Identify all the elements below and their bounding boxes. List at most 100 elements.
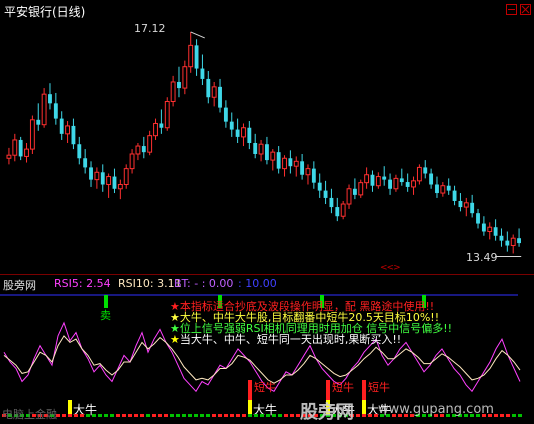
candle-body-up <box>24 148 29 157</box>
candle-body-down <box>77 144 82 159</box>
candle-body-up <box>282 157 287 170</box>
candle-body-up <box>123 168 129 185</box>
signal-strip-cell <box>164 414 168 417</box>
signal-strip-cell <box>176 414 180 417</box>
candle-body-up <box>346 188 352 205</box>
scroll-arrows-icon[interactable]: <<> <box>380 263 401 273</box>
candle-body-up <box>29 119 35 150</box>
close-icon[interactable] <box>520 4 531 15</box>
candle-body-up <box>135 145 141 155</box>
big-bull-bar <box>68 400 72 414</box>
signal-strip-cell <box>506 414 510 417</box>
candle-body-up <box>416 166 422 182</box>
signal-strip-cell <box>182 414 186 417</box>
candle-body-down <box>481 223 486 232</box>
signal-strip-cell <box>200 414 204 417</box>
candle-body-up <box>12 139 18 156</box>
short-bull-label: 短牛 <box>254 380 276 394</box>
bottom-left-label: 电脑上金融 <box>2 408 57 421</box>
candle-body-up <box>170 81 176 103</box>
sell-signal-bar <box>104 295 108 308</box>
candle-body-up <box>164 101 170 129</box>
signal-strip-cell <box>116 414 120 417</box>
candle-body-down <box>388 179 392 189</box>
candle-body-up <box>94 171 100 181</box>
signal-strip-cell <box>212 414 216 417</box>
watermark-url: www.gupang.com <box>378 402 494 417</box>
candle-body-up <box>340 203 346 217</box>
candle-body-up <box>6 154 12 159</box>
signal-strip-cell <box>68 414 72 417</box>
candle-body-down <box>429 173 434 185</box>
signal-strip-cell <box>260 414 264 417</box>
signal-strip-cell <box>194 414 198 417</box>
candle-body-up <box>129 153 135 170</box>
candle-body-down <box>276 152 281 169</box>
candle-body-down <box>317 182 322 191</box>
signal-strip-cell <box>158 414 162 417</box>
watermark-cn: 股旁网 <box>300 402 354 423</box>
signal-strip-cell <box>86 414 90 417</box>
signal-strip-cell <box>494 414 498 417</box>
candle-body-down <box>335 207 340 217</box>
candle-body-down <box>311 168 316 183</box>
signal-strip-cell <box>98 414 102 417</box>
candle-body-up <box>411 180 416 188</box>
candle-body-up <box>270 151 276 161</box>
signal-strip-cell <box>362 414 366 417</box>
signal-strip-cell <box>500 414 504 417</box>
candle-body-down <box>229 121 234 130</box>
minimize-icon[interactable] <box>506 4 517 15</box>
candle-body-down <box>323 190 328 198</box>
candle-body-down <box>399 178 404 183</box>
signal-strip-cell <box>134 414 138 417</box>
candle-body-down <box>300 161 305 175</box>
signal-strip-cell <box>128 414 132 417</box>
signal-strip-cell <box>218 414 222 417</box>
big-bull-bar <box>362 400 366 414</box>
candle-body-up <box>510 237 516 247</box>
candle-body-down <box>253 143 258 154</box>
candle-body-up <box>188 44 194 68</box>
signal-strip-cell <box>512 414 516 417</box>
candle-body-up <box>258 143 264 155</box>
signal-strip-cell <box>122 414 126 417</box>
candle-body-up <box>375 176 381 187</box>
annotation-block: ★本指标适合抄底及波段操作明显，配 黑路途中使用!! ★大牛、中牛大牛股,目标翻… <box>170 301 452 345</box>
candle-body-down <box>505 240 510 246</box>
candle-body-down <box>470 202 475 214</box>
signal-strip-cell <box>224 414 228 417</box>
candle-body-up <box>358 182 364 196</box>
signal-strip-cell <box>284 414 288 417</box>
signal-strip-cell <box>230 414 234 417</box>
annotation-line-4: ★当大牛、中牛、短牛同一天出现时,果断买入!! <box>170 333 402 346</box>
candle-body-down <box>71 125 76 145</box>
signal-strip-cell <box>80 414 84 417</box>
candle-body-up <box>65 125 70 135</box>
candle-body-down <box>265 144 269 161</box>
price-chart[interactable] <box>0 18 534 268</box>
candle-body-down <box>177 81 181 89</box>
signal-strip-cell <box>278 414 282 417</box>
panel-divider <box>0 274 534 275</box>
level-value: : 10.00 <box>238 277 277 290</box>
rsi10-value: RSI10: 3.11 <box>118 277 182 290</box>
signal-strip-cell <box>74 414 78 417</box>
signal-strip-cell <box>356 414 360 417</box>
candle-body-down <box>352 188 357 195</box>
candle-body-down <box>458 200 463 208</box>
candle-body-down <box>493 227 498 236</box>
candle-body-down <box>53 103 58 119</box>
signal-strip-cell <box>140 414 144 417</box>
bt-value: BT: - : 0.00 <box>174 277 234 290</box>
signal-strip-cell <box>110 414 114 417</box>
candle-body-up <box>463 202 469 208</box>
candle-body-down <box>223 107 228 122</box>
candle-body-down <box>423 167 428 174</box>
candle-body-down <box>194 45 199 69</box>
candle-body-down <box>476 213 480 224</box>
candle-body-down <box>159 123 164 128</box>
signal-strip-cell <box>272 414 276 417</box>
candle-body-down <box>370 174 375 186</box>
signal-strip-cell <box>188 414 192 417</box>
